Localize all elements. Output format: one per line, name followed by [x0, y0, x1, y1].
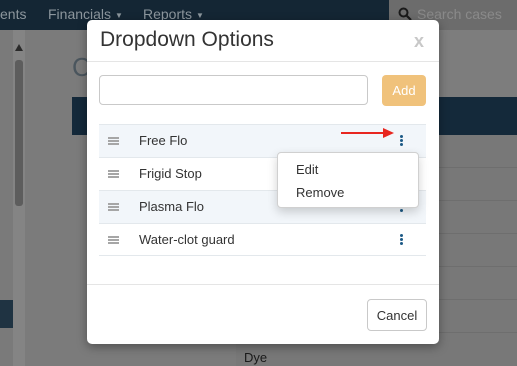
drag-handle-icon[interactable] — [108, 137, 119, 145]
modal-footer: Cancel — [87, 284, 439, 344]
option-label: Free Flo — [139, 133, 188, 148]
sidebar-active-item — [0, 300, 13, 328]
cancel-button[interactable]: Cancel — [367, 299, 427, 331]
left-panel — [0, 30, 25, 366]
drag-handle-icon[interactable] — [108, 170, 119, 178]
new-option-input[interactable] — [99, 75, 368, 105]
search-icon — [398, 7, 412, 21]
more-vertical-icon[interactable] — [397, 234, 405, 247]
option-label: Water-clot guard — [139, 232, 235, 247]
modal-header: Dropdown Options x — [87, 20, 439, 62]
more-vertical-icon[interactable] — [397, 135, 405, 148]
option-label: Frigid Stop — [139, 166, 202, 181]
dropdown-options-modal: Dropdown Options x Add Free Flo Frigid S… — [87, 20, 439, 344]
option-label: Plasma Flo — [139, 199, 205, 214]
chevron-down-icon: ▼ — [115, 10, 123, 20]
add-button[interactable]: Add — [382, 75, 426, 106]
scrollbar-thumb[interactable] — [15, 60, 23, 206]
nav-item-clients[interactable]: ents — [0, 6, 26, 22]
nav-label: ents — [0, 6, 27, 22]
menu-item-edit[interactable]: Edit — [296, 162, 318, 177]
list-item: Water-clot guard — [99, 223, 426, 256]
drag-handle-icon[interactable] — [108, 203, 119, 211]
drag-handle-icon[interactable] — [108, 236, 119, 244]
scroll-up-icon[interactable] — [15, 44, 23, 51]
chevron-down-icon: ▼ — [196, 10, 204, 20]
table-cell: Dye — [244, 350, 268, 365]
menu-item-remove[interactable]: Remove — [296, 185, 344, 200]
option-context-menu: Edit Remove — [277, 152, 419, 208]
close-icon[interactable]: x — [414, 31, 424, 52]
modal-title: Dropdown Options — [100, 28, 274, 51]
red-arrow-annotation — [341, 128, 394, 138]
